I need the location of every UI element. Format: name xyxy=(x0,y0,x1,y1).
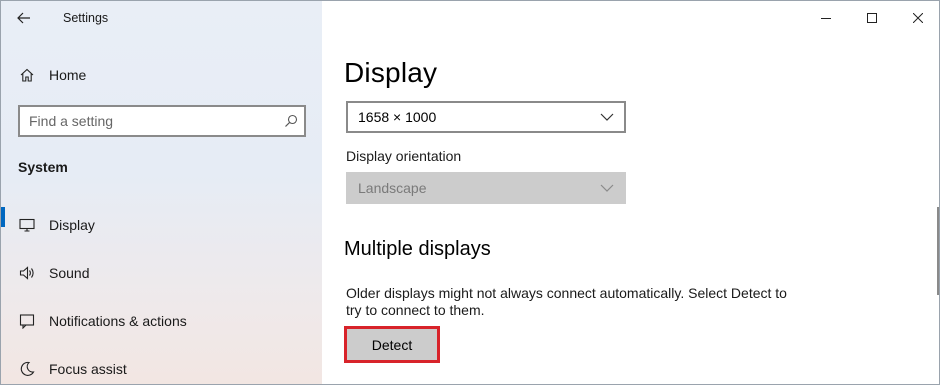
orientation-value: Landscape xyxy=(358,180,427,196)
sidebar-item-display[interactable]: Display xyxy=(1,201,322,249)
back-arrow-icon xyxy=(17,12,30,24)
resolution-value: 1658 × 1000 xyxy=(358,109,437,125)
sidebar-item-label: Notifications & actions xyxy=(49,313,187,329)
sidebar-item-notifications[interactable]: Notifications & actions xyxy=(1,297,322,345)
nav-list: Display Sound Notifications & actions Fo… xyxy=(1,207,322,384)
app-title: Settings xyxy=(63,11,109,25)
scrollbar[interactable] xyxy=(937,207,939,295)
sidebar: Settings Home System Display xyxy=(1,1,322,384)
chevron-down-icon xyxy=(590,113,624,121)
back-button[interactable] xyxy=(1,1,47,35)
resolution-dropdown[interactable]: 1658 × 1000 xyxy=(346,101,626,133)
settings-window: Settings Home System Display xyxy=(0,0,940,385)
sidebar-item-label: Focus assist xyxy=(49,361,127,377)
sidebar-item-focus-assist[interactable]: Focus assist xyxy=(1,345,322,384)
main-content: Display 1658 × 1000 Display orientation … xyxy=(322,1,939,384)
minimize-button[interactable] xyxy=(803,1,849,35)
maximize-icon xyxy=(867,13,877,23)
search-icon[interactable] xyxy=(278,114,304,128)
search-input[interactable] xyxy=(20,113,278,129)
title-bar: Settings xyxy=(1,1,322,35)
nav-home-label: Home xyxy=(49,67,87,83)
speaker-icon xyxy=(19,265,35,281)
search-box[interactable] xyxy=(18,105,306,137)
orientation-dropdown: Landscape xyxy=(346,172,626,204)
sidebar-item-label: Sound xyxy=(49,265,90,281)
moon-icon xyxy=(19,361,35,377)
orientation-label: Display orientation xyxy=(346,148,462,164)
monitor-icon xyxy=(19,217,35,233)
close-icon xyxy=(913,13,923,23)
detect-button[interactable]: Detect xyxy=(347,329,437,360)
chevron-down-icon xyxy=(590,184,624,192)
sidebar-item-sound[interactable]: Sound xyxy=(1,249,322,297)
notification-icon xyxy=(19,313,35,329)
home-icon xyxy=(19,67,35,83)
close-button[interactable] xyxy=(895,1,939,35)
multiple-displays-description: Older displays might not always connect … xyxy=(346,285,787,318)
section-label-system: System xyxy=(18,159,68,175)
caption-buttons xyxy=(803,1,939,35)
sidebar-item-label: Display xyxy=(49,217,95,233)
multiple-displays-heading: Multiple displays xyxy=(344,238,491,260)
minimize-icon xyxy=(821,18,831,19)
maximize-button[interactable] xyxy=(849,1,895,35)
page-title: Display xyxy=(344,57,438,88)
nav-home[interactable]: Home xyxy=(1,59,322,91)
